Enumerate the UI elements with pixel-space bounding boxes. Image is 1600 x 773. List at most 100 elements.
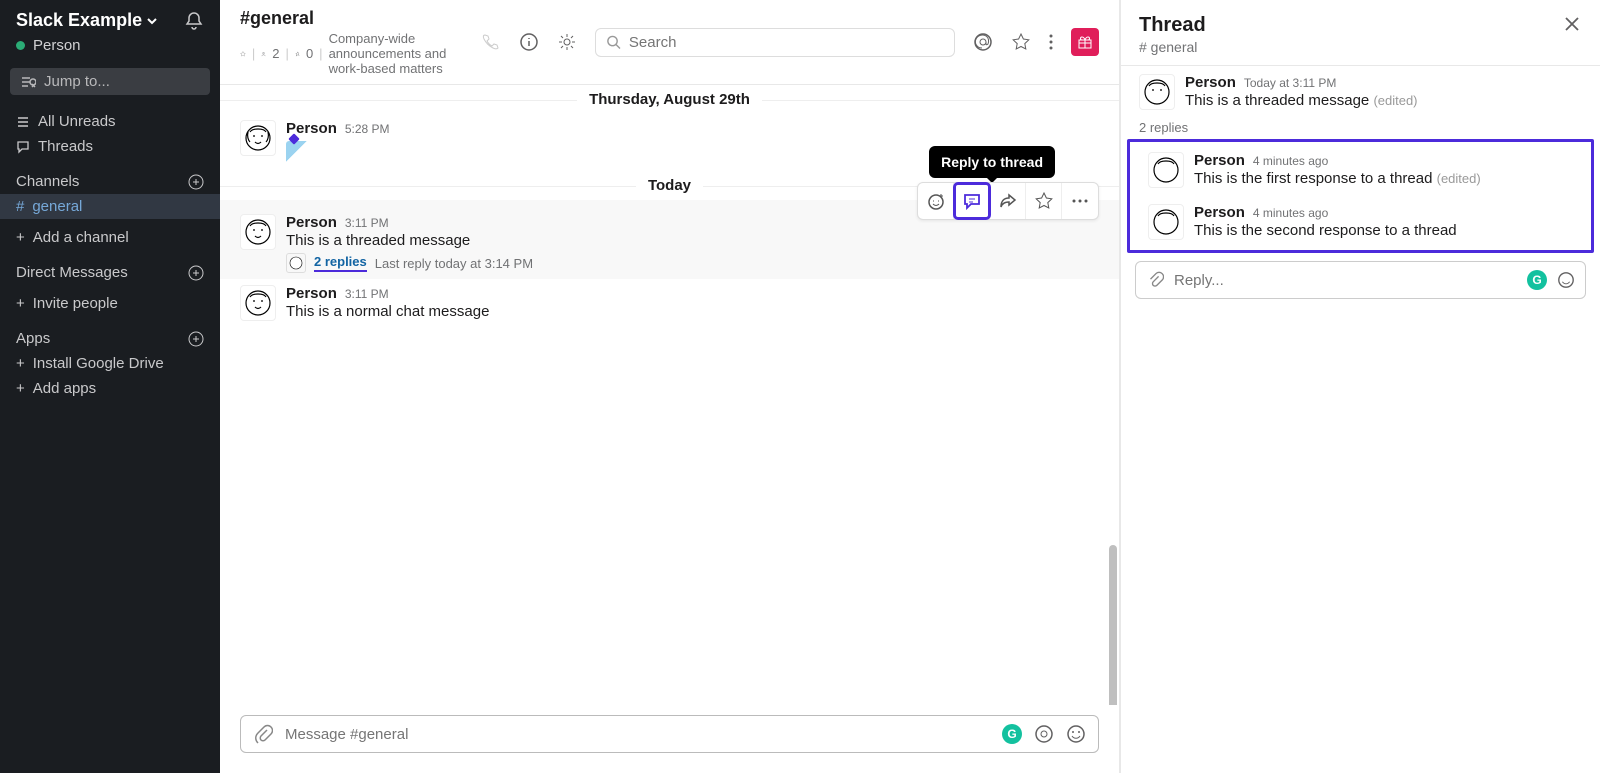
grammarly-icon[interactable]: G — [1527, 270, 1547, 290]
star-button[interactable] — [1026, 183, 1062, 219]
message-body: This is a threaded message — [1185, 92, 1369, 109]
image-attachment[interactable] — [286, 141, 314, 165]
threads-label: Threads — [38, 138, 93, 155]
member-count[interactable]: 2 — [272, 46, 279, 61]
list-icon — [16, 115, 30, 129]
at-icon[interactable] — [1034, 724, 1054, 744]
react-button[interactable] — [918, 183, 954, 219]
plus-icon: + — [16, 355, 25, 372]
search-input[interactable] — [629, 34, 944, 51]
channel-general[interactable]: # general — [0, 194, 220, 219]
close-icon[interactable] — [1562, 14, 1582, 34]
all-unreads[interactable]: All Unreads — [0, 109, 220, 134]
scrollbar[interactable] — [1109, 545, 1117, 705]
avatar[interactable] — [1148, 152, 1184, 188]
phone-icon[interactable] — [481, 32, 501, 52]
mentions-icon[interactable] — [973, 32, 993, 52]
message-author[interactable]: Person — [286, 285, 337, 302]
more-vertical-icon[interactable] — [1049, 32, 1053, 52]
presence-dot-icon — [16, 41, 25, 50]
avatar[interactable] — [1148, 204, 1184, 240]
reply-count: 2 replies — [314, 254, 367, 272]
message[interactable]: Person 3:11 PM This is a normal chat mess… — [220, 279, 1119, 327]
add-channel[interactable]: + Add a channel — [0, 225, 220, 250]
plus-icon: + — [16, 295, 25, 312]
message-time: 5:28 PM — [345, 122, 390, 136]
install-google-drive[interactable]: + Install Google Drive — [0, 351, 220, 376]
dm-section-label[interactable]: Direct Messages — [16, 264, 128, 281]
channel-header: #general | 2 | 0 | Company-wide announce… — [220, 0, 1119, 85]
add-app-icon[interactable] — [188, 331, 204, 347]
message-actions — [917, 182, 1099, 220]
plus-icon: + — [16, 229, 25, 246]
message[interactable]: Reply to thread Person3:11 PM This is a … — [220, 200, 1119, 279]
message-author[interactable]: Person — [1185, 74, 1236, 91]
reply-thread-button[interactable] — [954, 183, 990, 219]
bell-icon[interactable] — [184, 11, 204, 31]
workspace-switcher[interactable]: Slack Example — [16, 10, 158, 31]
paperclip-icon[interactable] — [253, 724, 273, 744]
current-user: Person — [33, 37, 81, 54]
thread-summary[interactable]: 2 replies Last reply today at 3:14 PM — [286, 253, 533, 273]
message-time: 3:11 PM — [345, 287, 389, 301]
channels-section-label[interactable]: Channels — [16, 173, 79, 190]
thread-reply[interactable]: Person4 minutes ago This is the second r… — [1130, 196, 1591, 248]
message-author[interactable]: Person — [286, 214, 337, 231]
info-icon[interactable] — [519, 32, 539, 52]
pin-icon — [295, 48, 300, 60]
share-button[interactable] — [990, 183, 1026, 219]
message-time: 4 minutes ago — [1253, 154, 1328, 168]
threads-nav[interactable]: Threads — [0, 134, 220, 159]
thread-reply-input[interactable] — [1174, 272, 1517, 289]
add-apps[interactable]: + Add apps — [0, 376, 220, 401]
thread-panel: Thread # general PersonToday at 3:11 PM … — [1120, 0, 1600, 773]
members-icon — [261, 48, 266, 60]
star-outline-icon[interactable] — [240, 47, 246, 61]
star-icon[interactable] — [1011, 32, 1031, 52]
invite-label: Invite people — [33, 295, 118, 312]
thread-title: Thread — [1139, 14, 1206, 37]
gear-icon[interactable] — [557, 32, 577, 52]
avatar[interactable] — [1139, 74, 1175, 110]
tooltip: Reply to thread — [929, 146, 1055, 178]
add-channel-icon[interactable] — [188, 174, 204, 190]
message-composer[interactable]: G — [240, 715, 1099, 753]
pin-count[interactable]: 0 — [306, 46, 313, 61]
invite-people[interactable]: + Invite people — [0, 291, 220, 316]
paperclip-icon[interactable] — [1146, 271, 1164, 289]
sidebar: Slack Example Person Jump to... All Unre… — [0, 0, 220, 773]
channel-name[interactable]: #general — [240, 8, 465, 29]
reply-highlight: Person 4 minutes ago This is the first re… — [1127, 139, 1594, 253]
search-box[interactable] — [595, 28, 955, 57]
message-time: 4 minutes ago — [1253, 206, 1328, 220]
message-author[interactable]: Person — [1194, 204, 1245, 221]
thread-channel[interactable]: # general — [1139, 39, 1206, 55]
date-divider: Thursday, August 29th — [220, 85, 1119, 114]
composer-input[interactable] — [285, 726, 990, 743]
avatar[interactable] — [240, 214, 276, 250]
emoji-icon[interactable] — [1066, 724, 1086, 744]
avatar[interactable] — [240, 285, 276, 321]
search-icon — [606, 34, 621, 50]
apps-section-label[interactable]: Apps — [16, 330, 50, 347]
message-list: Thursday, August 29th Person5:28 PM Toda… — [220, 85, 1119, 705]
thread-composer[interactable]: G — [1135, 261, 1586, 299]
grammarly-icon[interactable]: G — [1002, 724, 1022, 744]
channel-topic[interactable]: Company-wide announcements and work-base… — [329, 31, 465, 76]
message-body: This is a normal chat message — [286, 303, 489, 320]
more-button[interactable] — [1062, 183, 1098, 219]
message-body: This is the first response to a thread — [1194, 170, 1432, 187]
message-body: This is a threaded message — [286, 232, 533, 249]
emoji-icon[interactable] — [1557, 271, 1575, 289]
add-dm-icon[interactable] — [188, 265, 204, 281]
thread-reply[interactable]: Person 4 minutes ago This is the first re… — [1130, 144, 1591, 196]
hash-icon: # — [16, 198, 24, 215]
jump-to[interactable]: Jump to... — [10, 68, 210, 95]
avatar[interactable] — [240, 120, 276, 156]
user-presence[interactable]: Person — [0, 37, 220, 64]
thread-root-message[interactable]: PersonToday at 3:11 PM This is a threade… — [1121, 66, 1600, 118]
message-author[interactable]: Person — [1194, 152, 1245, 169]
install-gd-label: Install Google Drive — [33, 355, 164, 372]
gift-icon[interactable] — [1071, 28, 1099, 56]
add-channel-label: Add a channel — [33, 229, 129, 246]
